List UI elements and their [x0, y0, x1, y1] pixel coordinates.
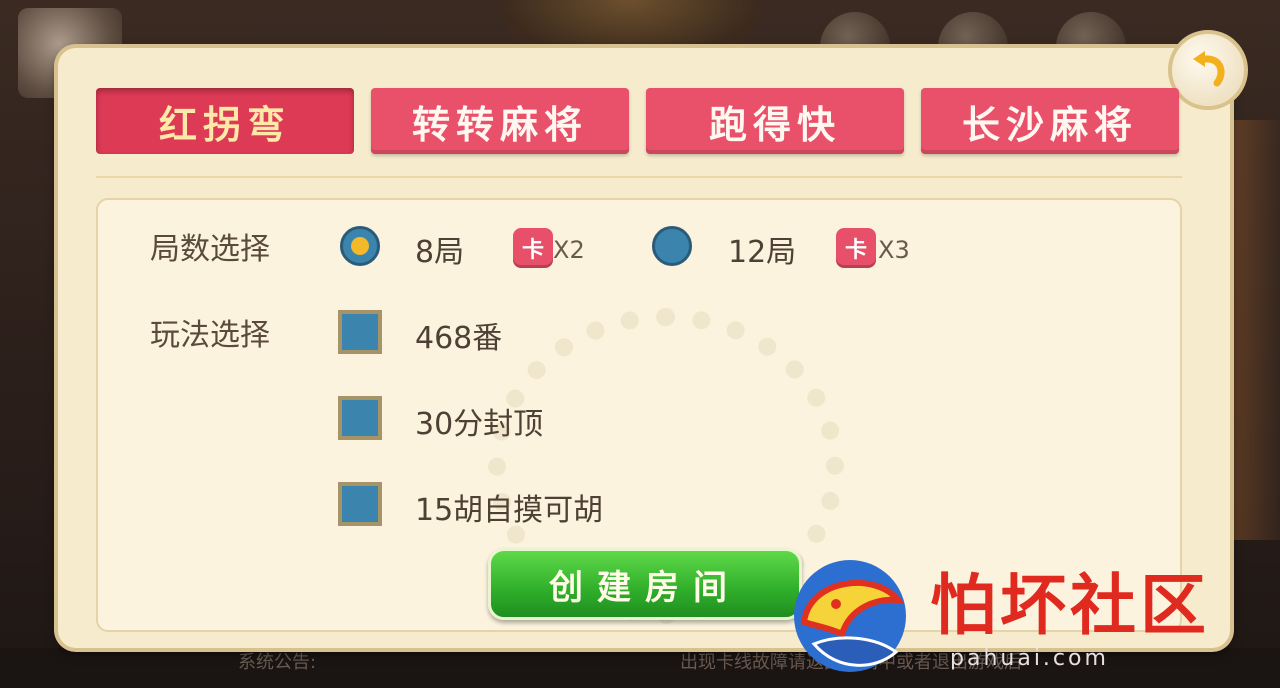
card-icon: 卡 — [836, 228, 876, 268]
fish-logo-icon — [794, 560, 906, 672]
create-room-button[interactable]: 创建房间 — [488, 548, 802, 620]
play-options-label: 玩法选择 — [150, 318, 270, 353]
back-button[interactable] — [1168, 30, 1248, 110]
option-468-fan-label: 468番 — [415, 321, 503, 356]
watermark-brand: 怕坏社区 — [930, 566, 1210, 644]
card-icon: 卡 — [513, 228, 553, 268]
option-8-rounds-label: 8局 — [415, 235, 465, 270]
checkbox-468-fan[interactable] — [338, 310, 382, 354]
checkbox-15-hu[interactable] — [338, 482, 382, 526]
tab-hongguaiwan[interactable]: 红拐弯 — [96, 88, 354, 154]
back-arrow-icon — [1193, 51, 1225, 87]
card-cost-12: X3 — [878, 236, 910, 264]
divider — [96, 176, 1182, 178]
tab-changsha-majiang[interactable]: 长沙麻将 — [921, 88, 1179, 154]
rounds-label: 局数选择 — [150, 232, 270, 267]
card-cost-8: X2 — [553, 236, 585, 264]
option-12-rounds-label: 12局 — [728, 235, 797, 270]
watermark-url: pahuai.com — [950, 646, 1109, 671]
radio-12-rounds[interactable] — [652, 226, 692, 266]
announcement-label: 系统公告: — [238, 652, 317, 673]
radio-8-rounds[interactable] — [340, 226, 380, 266]
tab-paodekuai[interactable]: 跑得快 — [646, 88, 904, 154]
tab-zhuanzhuan-majiang[interactable]: 转转麻将 — [371, 88, 629, 154]
checkbox-30-cap[interactable] — [338, 396, 382, 440]
option-15-hu-label: 15胡自摸可胡 — [415, 493, 604, 528]
option-30-cap-label: 30分封顶 — [415, 407, 544, 442]
watermark: 怕坏社区 pahuai.com — [780, 548, 1260, 688]
